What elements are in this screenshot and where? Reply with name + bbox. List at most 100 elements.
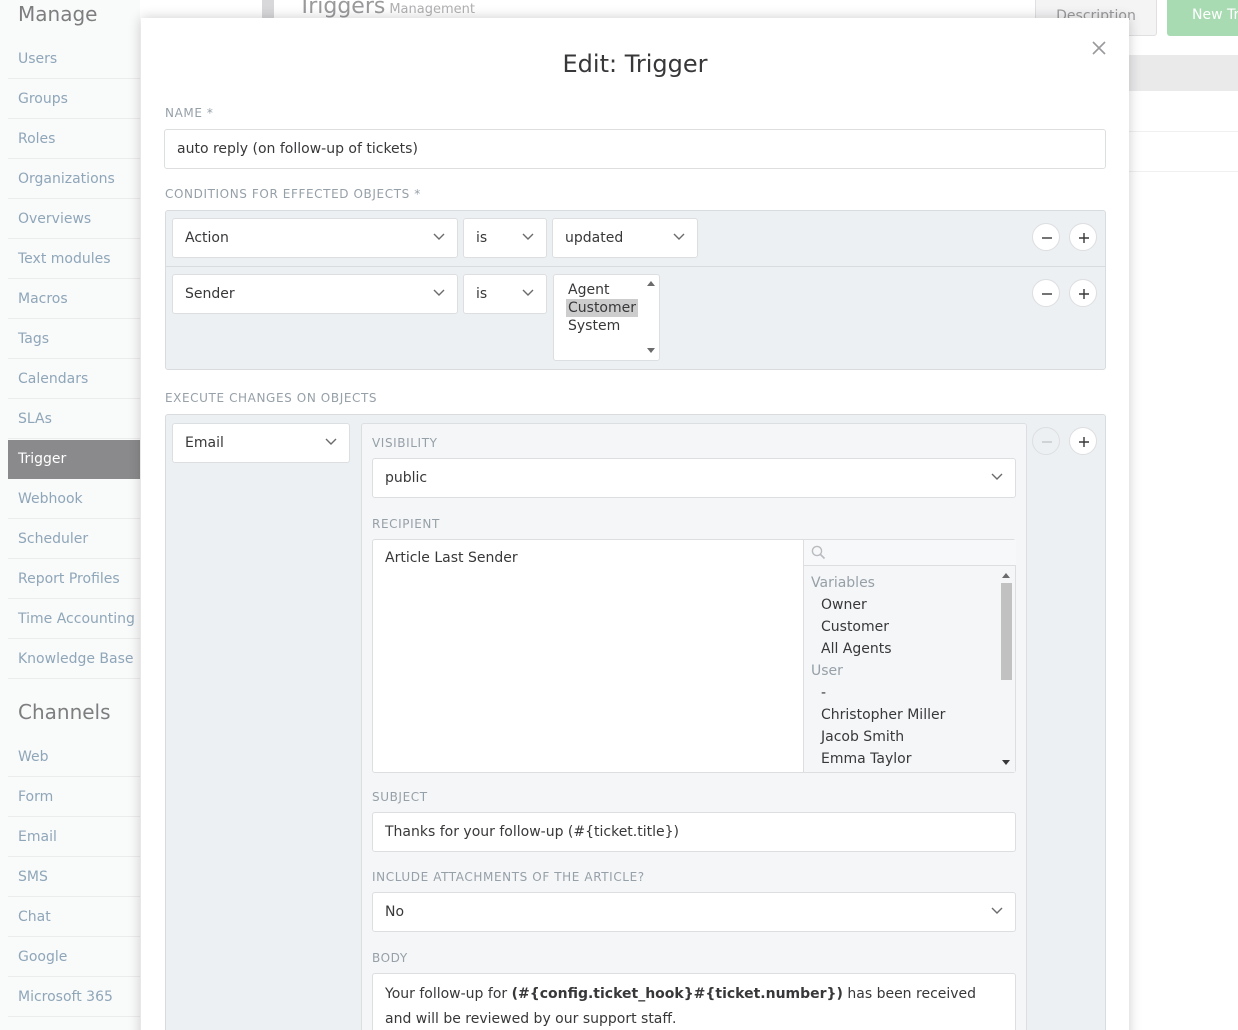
recipient-option-customer[interactable]: Customer	[821, 616, 889, 638]
scrollbar-thumb[interactable]	[1001, 583, 1012, 680]
condition-attribute-value: Sender	[185, 286, 235, 302]
body-text-prefix: Your follow-up for	[385, 986, 512, 1002]
sidebar-item-sms[interactable]: SMS	[8, 857, 140, 897]
visibility-select[interactable]: public	[372, 458, 1016, 498]
sidebar-item-groups[interactable]: Groups	[8, 79, 140, 119]
scroll-up-icon[interactable]	[647, 280, 655, 286]
subject-input[interactable]: Thanks for your follow-up (#{ticket.titl…	[372, 812, 1016, 852]
sidebar-item-roles[interactable]: Roles	[8, 119, 140, 159]
sidebar-item-chat[interactable]: Chat	[8, 897, 140, 937]
recipient-label: RECIPIENT	[372, 517, 440, 531]
sender-multiselect[interactable]: Agent Customer System	[553, 274, 660, 361]
search-icon	[811, 545, 826, 560]
new-trigger-button[interactable]: New Tri	[1167, 0, 1238, 36]
remove-condition-button[interactable]	[1032, 279, 1060, 307]
chevron-down-icon	[433, 289, 445, 296]
recipient-option-owner[interactable]: Owner	[821, 594, 867, 616]
execute-label: EXECUTE CHANGES ON OBJECTS	[165, 391, 378, 405]
sidebar-item-email[interactable]: Email	[8, 817, 140, 857]
page-divider	[262, 0, 274, 20]
attachments-select[interactable]: No	[372, 892, 1016, 932]
sidebar-item-calendars[interactable]: Calendars	[8, 359, 140, 399]
condition-operator-select[interactable]: is	[463, 274, 547, 314]
chevron-down-icon	[522, 233, 534, 240]
chevron-down-icon	[325, 438, 337, 445]
close-icon[interactable]	[1089, 38, 1109, 58]
condition-value-select[interactable]: updated	[552, 218, 698, 258]
condition-operator-select[interactable]: is	[463, 218, 547, 258]
sidebar-item-google[interactable]: Google	[8, 937, 140, 977]
name-input[interactable]: auto reply (on follow-up of tickets)	[164, 129, 1106, 169]
condition-attribute-select[interactable]: Sender	[172, 274, 458, 314]
condition-value-text: updated	[565, 230, 624, 246]
sender-option-customer[interactable]: Customer	[566, 299, 639, 317]
sidebar-item-users[interactable]: Users	[8, 39, 140, 79]
remove-condition-button[interactable]	[1032, 223, 1060, 251]
table-row	[1129, 131, 1238, 132]
scroll-up-icon[interactable]	[1002, 572, 1010, 578]
add-action-button[interactable]	[1069, 427, 1097, 455]
sidebar-item-overviews[interactable]: Overviews	[8, 199, 140, 239]
sidebar-item-slas[interactable]: SLAs	[8, 399, 140, 439]
sidebar-item-macros[interactable]: Macros	[8, 279, 140, 319]
sidebar-item-trigger[interactable]: Trigger	[8, 440, 140, 479]
visibility-value: public	[385, 470, 428, 486]
attachments-label: INCLUDE ATTACHMENTS OF THE ARTICLE?	[372, 870, 645, 884]
channels-heading: Channels	[18, 700, 111, 724]
recipient-option-none[interactable]: -	[821, 682, 826, 704]
condition-operator-value: is	[476, 230, 488, 246]
plus-icon	[1079, 233, 1089, 243]
recipient-group-user: User	[811, 663, 843, 679]
condition-attribute-select[interactable]: Action	[172, 218, 458, 258]
table-header	[1129, 55, 1238, 91]
execute-type-select[interactable]: Email	[172, 423, 350, 463]
minus-icon	[1042, 441, 1052, 443]
recipient-option-all-agents[interactable]: All Agents	[821, 638, 892, 660]
sidebar-item-webhook[interactable]: Webhook	[8, 479, 140, 519]
sidebar-item-web[interactable]: Web	[8, 737, 140, 777]
page-title: Triggers Management	[298, 0, 475, 19]
add-condition-button[interactable]	[1069, 279, 1097, 307]
sidebar-item-organizations[interactable]: Organizations	[8, 159, 140, 199]
recipient-field[interactable]: Article Last Sender Variables Owner Cust…	[372, 539, 1016, 773]
sidebar-item-microsoft-365[interactable]: Microsoft 365	[8, 977, 140, 1017]
sidebar: Manage Users Groups Roles Organizations …	[0, 0, 140, 1030]
recipient-token[interactable]: Article Last Sender	[385, 550, 518, 566]
sidebar-item-time-accounting[interactable]: Time Accounting	[8, 599, 140, 639]
recipient-option-user[interactable]: Christopher Miller	[821, 704, 945, 726]
sender-option-system[interactable]: System	[566, 317, 622, 335]
chevron-down-icon	[991, 473, 1003, 480]
subject-label: SUBJECT	[372, 790, 428, 804]
sidebar-item-text-modules[interactable]: Text modules	[8, 239, 140, 279]
attachments-value: No	[385, 904, 405, 920]
page-subtitle: Management	[389, 2, 475, 17]
scroll-down-icon[interactable]	[1002, 760, 1010, 766]
conditions-box: Action is updated Sender is Agent Custom…	[165, 210, 1106, 370]
table-row	[1129, 171, 1238, 172]
sidebar-item-tags[interactable]: Tags	[8, 319, 140, 359]
sidebar-item-knowledge-base[interactable]: Knowledge Base	[8, 639, 140, 679]
sender-option-agent[interactable]: Agent	[566, 281, 611, 299]
chevron-down-icon	[433, 233, 445, 240]
add-condition-button[interactable]	[1069, 223, 1097, 251]
execute-box: Email VISIBILITY public RECIPIENT Articl…	[165, 414, 1106, 1030]
chevron-down-icon	[991, 907, 1003, 914]
plus-icon	[1079, 289, 1089, 299]
scroll-down-icon[interactable]	[647, 348, 655, 354]
body-text-variable: (#{config.ticket_hook}#{ticket.number})	[511, 986, 843, 1002]
condition-divider	[166, 266, 1105, 267]
sidebar-item-scheduler[interactable]: Scheduler	[8, 519, 140, 559]
recipient-option-user[interactable]: Jacob Smith	[821, 726, 904, 748]
recipient-search-input[interactable]	[804, 540, 1016, 566]
recipient-group-variables: Variables	[811, 575, 875, 591]
remove-action-button[interactable]	[1032, 427, 1060, 455]
condition-attribute-value: Action	[185, 230, 229, 246]
sidebar-item-report-profiles[interactable]: Report Profiles	[8, 559, 140, 599]
conditions-label: CONDITIONS FOR EFFECTED OBJECTS *	[165, 187, 421, 201]
plus-icon	[1079, 437, 1089, 447]
minus-icon	[1042, 237, 1052, 239]
recipient-option-user[interactable]: Emma Taylor	[821, 748, 911, 770]
body-editor[interactable]: Your follow-up for (#{config.ticket_hook…	[372, 973, 1016, 1030]
sidebar-item-form[interactable]: Form	[8, 777, 140, 817]
name-label: NAME *	[165, 106, 214, 120]
